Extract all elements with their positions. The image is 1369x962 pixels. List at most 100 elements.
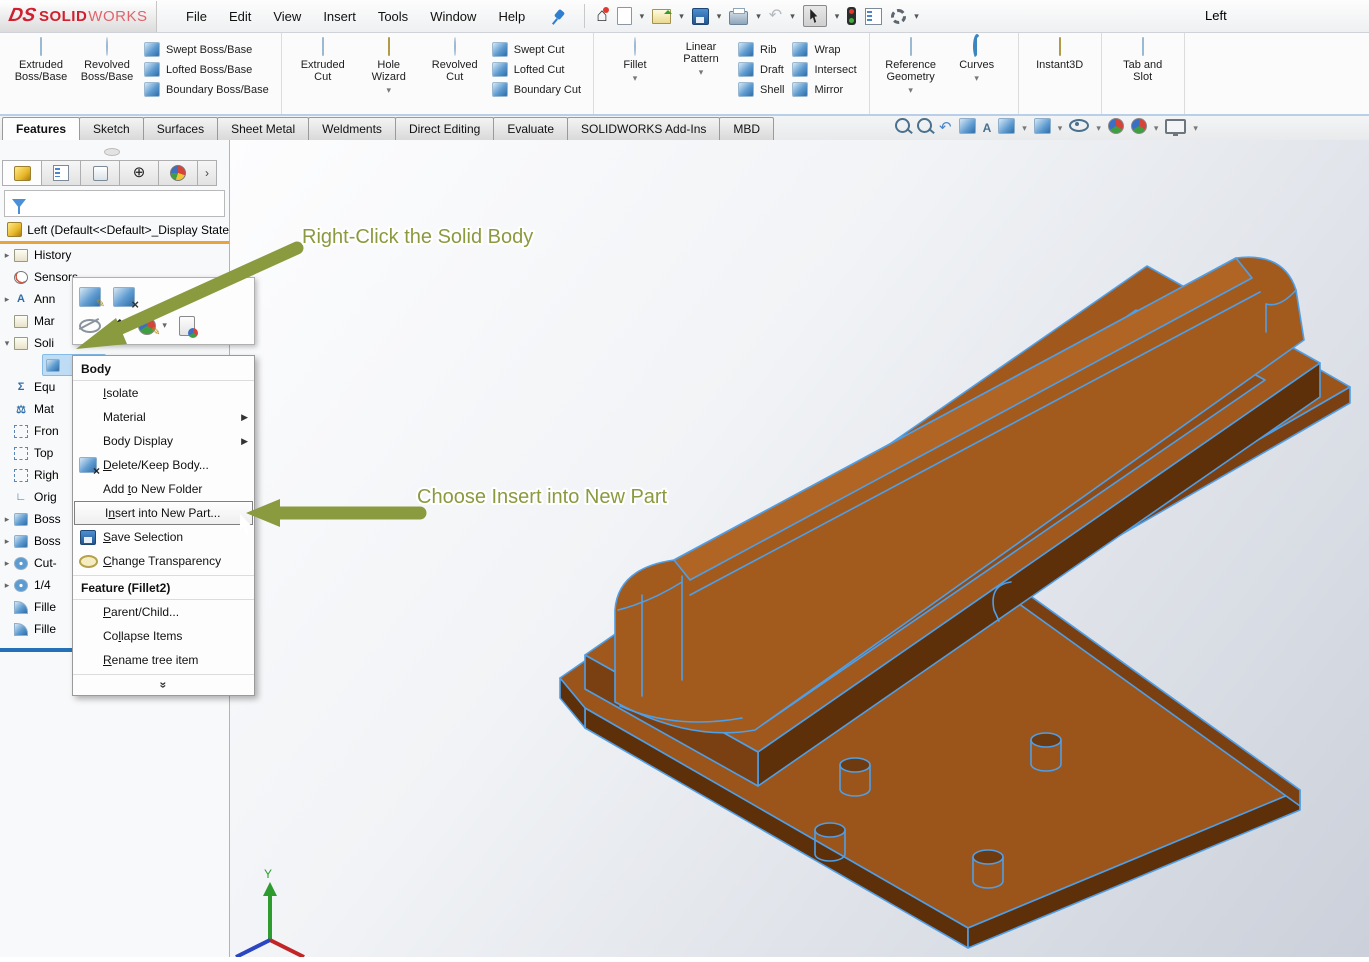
qbtn-new-document[interactable]	[614, 5, 635, 27]
tab-evaluate[interactable]: Evaluate	[493, 117, 568, 140]
menu-expand-chevron[interactable]: »	[73, 674, 254, 693]
ribbon-intersect-button[interactable]: Intersect	[792, 62, 856, 77]
move-body-icon[interactable]: ↥	[113, 316, 126, 336]
tab-displaymanager[interactable]	[158, 160, 198, 186]
qbtn-options[interactable]	[888, 7, 909, 26]
tree-expand-arrow[interactable]: ▾	[0, 338, 14, 349]
appearance-dropdown-icon[interactable]: ▾	[162, 320, 167, 331]
ribbon-hole-wizard-button[interactable]: HoleWizard▾	[356, 36, 422, 96]
tab-dimxpert[interactable]: ⊕	[119, 160, 159, 186]
ribbon-revolved-boss-base-button[interactable]: RevolvedBoss/Base	[74, 36, 140, 83]
ribbon-reference-geometry-button[interactable]: ReferenceGeometry▾	[878, 36, 944, 96]
tab-propertymanager[interactable]	[41, 160, 81, 186]
qbtn-print[interactable]	[726, 6, 751, 27]
qbtn-open[interactable]	[649, 7, 674, 26]
new-document-dropdown-icon[interactable]: ▾	[640, 11, 645, 22]
undo-dropdown-icon[interactable]: ▾	[790, 11, 795, 22]
tab-featuremanager[interactable]	[2, 160, 42, 186]
qbtn-traffic-light[interactable]	[844, 5, 859, 27]
qbtn-undo[interactable]: ↶	[766, 7, 785, 25]
view-display-style-button[interactable]	[1034, 118, 1051, 139]
menu-item-isolate[interactable]: Isolate	[73, 381, 254, 405]
ribbon-linear-pattern-button[interactable]: LinearPattern▾	[668, 36, 734, 78]
edit-appearance-icon[interactable]	[138, 317, 156, 335]
ribbon-fillet-button[interactable]: Fillet▾	[602, 36, 668, 84]
menu-file[interactable]: File	[175, 3, 218, 30]
view-previous-view-button[interactable]: ↶	[939, 119, 952, 137]
ribbon-lofted-boss-base-button[interactable]: Lofted Boss/Base	[144, 62, 269, 77]
print-dropdown-icon[interactable]: ▾	[756, 11, 761, 22]
view-settings-dropdown-icon[interactable]: ▾	[1193, 123, 1198, 134]
qbtn-document-properties[interactable]	[862, 6, 885, 27]
menu-help[interactable]: Help	[487, 3, 536, 30]
menu-insert[interactable]: Insert	[312, 3, 367, 30]
tree-filter-box[interactable]	[4, 190, 225, 217]
tree-expand-arrow[interactable]: ▸	[0, 580, 14, 591]
menu-item-collapse-items[interactable]: Collapse Items	[73, 624, 254, 648]
tree-item-history[interactable]: ▸History	[0, 244, 229, 266]
ribbon-mirror-button[interactable]: Mirror	[792, 82, 856, 97]
copy-appearance-icon[interactable]	[179, 316, 195, 336]
hide-body-icon[interactable]	[79, 319, 101, 333]
options-dropdown-icon[interactable]: ▾	[914, 11, 919, 22]
ribbon-draft-button[interactable]: Draft	[738, 62, 784, 77]
open-dropdown-icon[interactable]: ▾	[679, 11, 684, 22]
display-style-dropdown-icon[interactable]: ▾	[1058, 123, 1063, 134]
menu-item-add-to-new-folder[interactable]: Add to New Folder	[73, 477, 254, 501]
ribbon-wrap-button[interactable]: Wrap	[792, 42, 856, 57]
tab-sketch[interactable]: Sketch	[79, 117, 144, 140]
ribbon-boundary-boss-base-button[interactable]: Boundary Boss/Base	[144, 82, 269, 97]
ribbon-extruded-cut-button[interactable]: ExtrudedCut	[290, 36, 356, 83]
panel-tabs-overflow[interactable]: ›	[197, 160, 217, 186]
menu-view[interactable]: View	[262, 3, 312, 30]
pin-menu-icon[interactable]	[552, 9, 566, 23]
tree-expand-arrow[interactable]: ▸	[0, 558, 14, 569]
qbtn-select[interactable]	[800, 3, 830, 29]
edit-body-icon[interactable]	[79, 287, 101, 307]
ribbon-revolved-cut-button[interactable]: RevolvedCut	[422, 36, 488, 83]
menu-edit[interactable]: Edit	[218, 3, 262, 30]
tab-solidworks-add-ins[interactable]: SOLIDWORKS Add-Ins	[567, 117, 720, 140]
ribbon-tab-and-slot-button[interactable]: Tab andSlot	[1110, 36, 1176, 83]
apply-scene-dropdown-icon[interactable]: ▾	[1154, 123, 1159, 134]
view-view-settings-button[interactable]	[1165, 117, 1186, 139]
tree-expand-arrow[interactable]: ▸	[0, 536, 14, 547]
menu-item-delete-keep-body[interactable]: Delete/Keep Body...	[73, 453, 254, 477]
3d-model-canvas[interactable]: Y	[230, 140, 1369, 957]
menu-item-rename-tree-item[interactable]: Rename tree item	[73, 648, 254, 672]
tab-surfaces[interactable]: Surfaces	[143, 117, 218, 140]
tree-expand-arrow[interactable]: ▸	[0, 250, 14, 261]
tree-expand-arrow[interactable]: ▸	[0, 294, 14, 305]
save-dropdown-icon[interactable]: ▾	[717, 11, 722, 22]
ribbon-swept-boss-base-button[interactable]: Swept Boss/Base	[144, 42, 269, 57]
menu-item-change-transparency[interactable]: Change Transparency	[73, 549, 254, 573]
tree-root-item[interactable]: Left (Default<<Default>_Display State	[0, 220, 229, 239]
menu-item-material[interactable]: Material▶	[73, 405, 254, 429]
view-annotation-views-button[interactable]: A	[983, 119, 992, 137]
menu-item-save-selection[interactable]: Save Selection	[73, 525, 254, 549]
view-view-orientation-button[interactable]	[998, 118, 1015, 139]
tab-weldments[interactable]: Weldments	[308, 117, 396, 140]
tab-direct-editing[interactable]: Direct Editing	[395, 117, 494, 140]
qbtn-home[interactable]: ⌂	[593, 5, 610, 27]
ribbon-extruded-boss-base-button[interactable]: ExtrudedBoss/Base	[8, 36, 74, 83]
tab-configurationmanager[interactable]	[80, 160, 120, 186]
menu-tools[interactable]: Tools	[367, 3, 419, 30]
linear-pattern-dropdown-icon[interactable]: ▾	[668, 67, 734, 78]
fillet-dropdown-icon[interactable]: ▾	[602, 73, 668, 84]
ribbon-curves-button[interactable]: Curves▾	[944, 36, 1010, 84]
view-apply-scene-button[interactable]	[1131, 118, 1147, 139]
menu-item-insert-into-new-part[interactable]: Insert into New Part...	[74, 501, 253, 525]
ribbon-boundary-cut-button[interactable]: Boundary Cut	[492, 82, 581, 97]
menu-window[interactable]: Window	[419, 3, 487, 30]
curves-dropdown-icon[interactable]: ▾	[944, 73, 1010, 84]
tab-mbd[interactable]: MBD	[719, 117, 774, 140]
hide-show-items-dropdown-icon[interactable]: ▾	[1096, 123, 1101, 134]
tree-expand-arrow[interactable]: ▸	[0, 514, 14, 525]
ribbon-instant3d-button[interactable]: Instant3D	[1027, 36, 1093, 71]
tab-sheet-metal[interactable]: Sheet Metal	[217, 117, 309, 140]
view-zoom-to-fit-button[interactable]	[895, 118, 910, 138]
ribbon-lofted-cut-button[interactable]: Lofted Cut	[492, 62, 581, 77]
view-edit-appearance-button[interactable]	[1108, 118, 1124, 139]
ribbon-swept-cut-button[interactable]: Swept Cut	[492, 42, 581, 57]
